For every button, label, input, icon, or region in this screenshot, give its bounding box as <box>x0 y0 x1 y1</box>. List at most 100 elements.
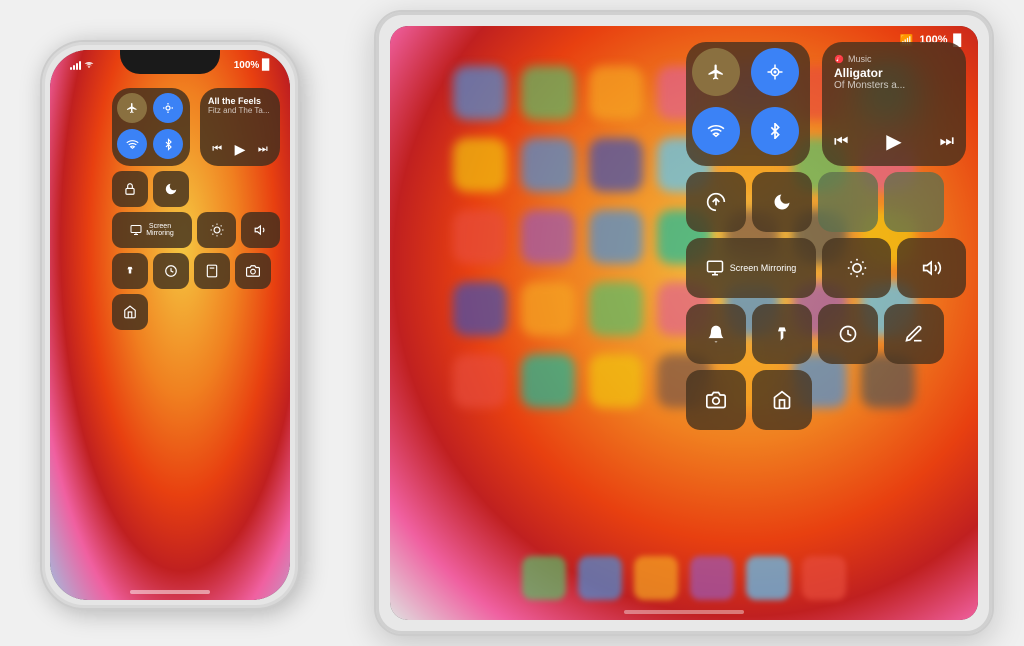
ipad-apple-music-icon <box>834 54 844 64</box>
iphone-camera-button[interactable] <box>235 253 271 289</box>
dock-icon <box>578 556 622 600</box>
dock-icon <box>802 556 846 600</box>
ipad-airdrop-button[interactable] <box>751 48 799 96</box>
iphone-signal-strength <box>70 60 94 70</box>
app-icon <box>521 138 575 192</box>
ipad-bluetooth-button[interactable] <box>751 107 799 155</box>
iphone-calculator-button[interactable] <box>194 253 230 289</box>
iphone-cc-nowplaying-block[interactable]: All the Feels Fitz and The Ta... ⏮ ▶ ⏭ <box>200 88 280 166</box>
iphone-screen-mirror-label: ScreenMirroring <box>146 223 174 237</box>
ipad-screen-mirror-button[interactable]: Screen Mirroring <box>686 238 816 298</box>
app-icon <box>589 138 643 192</box>
ipad-cc-row5 <box>686 370 966 430</box>
ipad-unused-sq1[interactable] <box>818 172 878 232</box>
iphone-notch <box>120 50 220 74</box>
iphone-battery-label: 100% <box>234 60 260 71</box>
signal-bar-2 <box>73 65 75 70</box>
app-icon <box>521 66 575 120</box>
iphone-home-button[interactable] <box>112 294 148 330</box>
signal-bar-4 <box>79 61 81 70</box>
signal-bar-3 <box>76 63 78 70</box>
ipad-nowplaying-title: Alligator <box>834 66 954 80</box>
iphone-volume-button[interactable] <box>241 212 280 248</box>
ipad-unused-sq2[interactable] <box>884 172 944 232</box>
iphone-cc-connectivity-block[interactable] <box>112 88 190 166</box>
iphone-prev-button[interactable]: ⏮ <box>212 143 222 156</box>
iphone-playback-controls: ⏮ ▶ ⏭ <box>208 141 272 158</box>
app-icon <box>453 138 507 192</box>
iphone-wifi-status-icon <box>84 60 94 70</box>
iphone-cc-row2 <box>112 171 280 207</box>
app-icon <box>521 282 575 336</box>
iphone-next-button[interactable]: ⏭ <box>258 143 268 156</box>
ipad-nowplaying-app: Music <box>848 54 872 64</box>
ipad-prev-button[interactable]: ⏮ <box>834 133 848 151</box>
iphone-device: 100% ▉ <box>40 40 300 610</box>
dock-icon <box>522 556 566 600</box>
ipad-brightness-button[interactable] <box>822 238 891 298</box>
app-icon <box>453 66 507 120</box>
ipad-wallpaper: 📶 100% ▉ <box>390 26 978 620</box>
iphone-brightness-button[interactable] <box>197 212 236 248</box>
ipad-control-center[interactable]: Music Alligator Of Monsters a... ⏮ ▶ ⏭ <box>686 42 966 430</box>
dock-icon <box>746 556 790 600</box>
iphone-cc-row5 <box>112 294 280 330</box>
app-icon <box>453 210 507 264</box>
ipad-dock <box>522 556 846 600</box>
app-icon <box>453 354 507 408</box>
ipad-timer-button[interactable] <box>818 304 878 364</box>
ipad-do-not-disturb-button[interactable] <box>752 172 812 232</box>
ipad-cc-connectivity-block[interactable] <box>686 42 810 166</box>
app-icon <box>589 354 643 408</box>
ipad-camera-button[interactable] <box>686 370 746 430</box>
app-icon <box>453 282 507 336</box>
app-icon <box>589 210 643 264</box>
iphone-bluetooth-button[interactable] <box>153 129 183 159</box>
app-icon <box>589 282 643 336</box>
ipad-screen-mirror-label: Screen Mirroring <box>730 263 797 273</box>
ipad-wifi-button[interactable] <box>692 107 740 155</box>
ipad-device: 📶 100% ▉ <box>374 10 994 636</box>
ipad-notification-button[interactable] <box>686 304 746 364</box>
ipad-screen: 📶 100% ▉ <box>390 26 978 620</box>
ipad-flashlight-button[interactable] <box>752 304 812 364</box>
signal-bar-1 <box>70 67 72 70</box>
ipad-nowplaying-subtitle: Of Monsters a... <box>834 80 954 91</box>
ipad-cc-nowplaying-block[interactable]: Music Alligator Of Monsters a... ⏮ ▶ ⏭ <box>822 42 966 166</box>
iphone-cc-row3: ScreenMirroring <box>112 212 280 248</box>
iphone-flashlight-button[interactable] <box>112 253 148 289</box>
ipad-home-button[interactable] <box>752 370 812 430</box>
ipad-airplane-button[interactable] <box>692 48 740 96</box>
ipad-cc-row1: Music Alligator Of Monsters a... ⏮ ▶ ⏭ <box>686 42 966 166</box>
ipad-playback-controls: ⏮ ▶ ⏭ <box>834 129 954 154</box>
dock-icon <box>690 556 734 600</box>
app-icon <box>521 210 575 264</box>
iphone-control-center[interactable]: All the Feels Fitz and The Ta... ⏮ ▶ ⏭ <box>112 88 280 330</box>
iphone-airdrop-button[interactable] <box>153 93 183 123</box>
dock-icon <box>634 556 678 600</box>
app-icon <box>589 66 643 120</box>
iphone-lock-rotation-button[interactable] <box>112 171 148 207</box>
iphone-airplane-button[interactable] <box>117 93 147 123</box>
ipad-next-button[interactable]: ⏭ <box>940 133 954 151</box>
iphone-nowplaying-subtitle: Fitz and The Ta... <box>208 106 272 115</box>
iphone-timer-button[interactable] <box>153 253 189 289</box>
ipad-volume-button[interactable] <box>897 238 966 298</box>
ipad-cc-row2 <box>686 172 966 232</box>
ipad-lock-rotation-button[interactable] <box>686 172 746 232</box>
iphone-wifi-button[interactable] <box>117 129 147 159</box>
ipad-notes-button[interactable] <box>884 304 944 364</box>
ipad-play-button[interactable]: ▶ <box>886 129 901 154</box>
iphone-nowplaying-title: All the Feels <box>208 96 272 106</box>
ipad-home-indicator <box>624 610 744 614</box>
iphone-play-button[interactable]: ▶ <box>235 141 246 158</box>
ipad-cc-row3: Screen Mirroring <box>686 238 966 298</box>
signal-bars <box>70 60 81 70</box>
iphone-screen: 100% ▉ <box>50 50 290 600</box>
iphone-cc-row1: All the Feels Fitz and The Ta... ⏮ ▶ ⏭ <box>112 88 280 166</box>
iphone-do-not-disturb-button[interactable] <box>153 171 189 207</box>
iphone-battery: 100% ▉ <box>234 60 270 71</box>
iphone-screen-mirror-button[interactable]: ScreenMirroring <box>112 212 192 248</box>
iphone-battery-icon: ▉ <box>262 60 270 71</box>
iphone-wallpaper: 100% ▉ <box>50 50 290 600</box>
